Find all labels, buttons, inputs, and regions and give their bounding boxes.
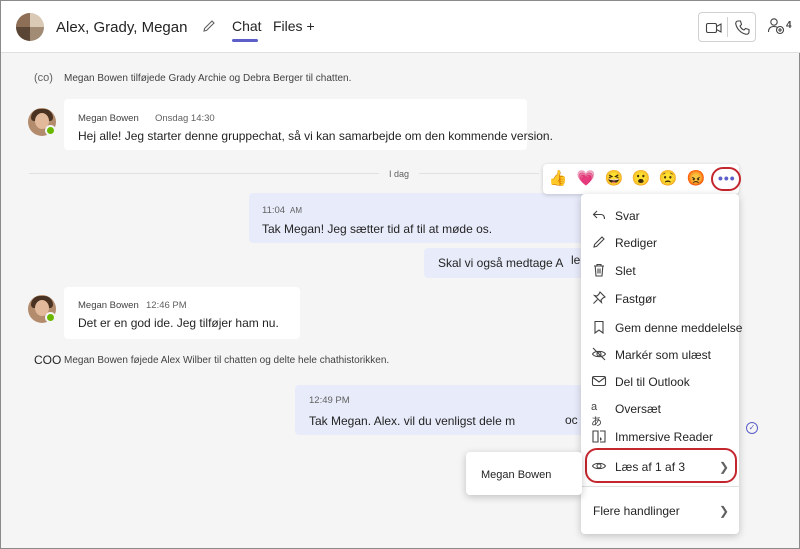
sad-reaction-icon[interactable]: 😟: [658, 169, 678, 189]
call-divider: [727, 17, 728, 37]
menu-item-reply[interactable]: Svar: [581, 202, 739, 228]
message-sender: Megan Bowen: [78, 113, 139, 124]
heart-reaction-icon[interactable]: 💗: [576, 169, 596, 189]
angry-reaction-icon[interactable]: 😡: [686, 169, 706, 189]
menu-item-label: Gem denne meddelelse: [615, 321, 743, 335]
more-options-icon: •••: [718, 170, 736, 186]
delete-icon: [594, 263, 604, 277]
unread-icon: [591, 347, 607, 361]
message-text: Det er en god ide. Jeg tilføjer ham nu.: [78, 316, 279, 330]
message-time: Onsdag 14:30: [155, 113, 215, 124]
message-bubble[interactable]: 11:04 AM Tak Megan! Jeg sætter tid af ti…: [249, 193, 589, 243]
message-text-tail: oc: [565, 413, 578, 427]
edit-icon: [593, 236, 605, 248]
menu-item-delete[interactable]: Slet: [581, 257, 739, 283]
menu-item-pin[interactable]: Fastgør: [581, 285, 739, 311]
menu-item-mark-unread[interactable]: Markér som ulæst: [581, 341, 739, 367]
pencil-icon[interactable]: [201, 18, 217, 34]
message-text: Tak Megan. Alex. vil du venligst dele m: [309, 414, 516, 428]
app-window: Alex, Grady, Megan Chat Files + 4 (co) M…: [0, 0, 800, 549]
menu-item-edit[interactable]: Rediger: [581, 229, 739, 255]
menu-item-more-actions[interactable]: Flere handlinger ❯: [581, 497, 739, 523]
tab-chat[interactable]: Chat: [232, 18, 262, 34]
message-text-tail: le: [571, 253, 581, 267]
message-bubble[interactable]: Skal vi også medtage A le: [424, 248, 589, 278]
presence-available-badge: [45, 125, 56, 136]
reaction-bar: 👍 💗 😆 😮 😟 😡: [543, 164, 739, 194]
read-by-submenu: Megan Bowen: [466, 452, 582, 495]
menu-divider: [581, 486, 739, 487]
system-message-icon: COO: [34, 353, 62, 367]
menu-item-label: Immersive Reader: [615, 430, 714, 444]
day-divider-label: I dag: [389, 169, 410, 179]
tab-files[interactable]: Files +: [273, 18, 315, 34]
menu-item-label: Svar: [615, 209, 640, 223]
menu-item-label: Rediger: [615, 236, 658, 250]
menu-item-translate[interactable]: aあ Oversæt: [581, 395, 739, 428]
message-time: 12:46 PM: [146, 300, 187, 311]
day-divider-line: [29, 173, 379, 174]
translate-icon: aあ: [591, 401, 602, 428]
system-message-icon: (co): [34, 72, 53, 84]
video-icon[interactable]: [704, 18, 724, 38]
message-bubble[interactable]: Megan Bowen 12:46 PM Det er en god ide. …: [64, 287, 300, 339]
menu-item-immersive-reader[interactable]: Immersive Reader: [581, 423, 739, 449]
reader-icon: [592, 430, 606, 443]
presence-available-badge: [45, 312, 56, 323]
menu-item-label: Fastgør: [615, 292, 657, 306]
active-tab-indicator: [232, 39, 258, 42]
group-avatar[interactable]: [16, 13, 44, 41]
read-by-highlight: [585, 448, 737, 483]
message-text: Hej alle! Jeg starter denne gruppechat, …: [78, 129, 553, 143]
message-time: 11:04: [262, 205, 286, 216]
message-text: Tak Megan! Jeg sætter tid af til at møde…: [262, 222, 493, 236]
pin-icon: [592, 291, 606, 305]
message-time: 12:49 PM: [309, 395, 350, 406]
system-message: Megan Bowen føjede Alex Wilber til chatt…: [64, 355, 390, 366]
people-count: 4: [786, 20, 792, 31]
system-message: Megan Bowen tilføjede Grady Archie og De…: [64, 73, 352, 84]
chevron-right-icon: ❯: [718, 504, 729, 518]
chat-header: Alex, Grady, Megan Chat Files + 4: [1, 1, 800, 53]
message-bubble[interactable]: Megan Bowen Onsdag 14:30 Hej alle! Jeg s…: [64, 99, 553, 150]
menu-item-share-outlook[interactable]: Del til Outlook: [581, 368, 739, 394]
phone-icon[interactable]: [732, 18, 752, 38]
message-sender: Megan Bowen: [78, 300, 139, 311]
message-bubble[interactable]: 12:49 PM Tak Megan. Alex. vil du venligs…: [295, 385, 589, 435]
menu-item-label: Slet: [615, 264, 636, 278]
menu-item-label: Markér som ulæst: [615, 348, 712, 362]
like-reaction-icon[interactable]: 👍: [548, 169, 568, 189]
menu-item-label: Oversæt: [615, 402, 662, 416]
people-add-icon[interactable]: [766, 16, 786, 36]
reply-icon: [592, 210, 606, 220]
menu-item-label: Del til Outlook: [615, 375, 690, 389]
day-divider-line: [419, 173, 539, 174]
call-button-group: [698, 12, 756, 42]
message-time-ampm: AM: [290, 206, 302, 215]
mail-icon: [591, 375, 607, 387]
message-text: Skal vi også medtage A: [438, 256, 564, 270]
chat-title[interactable]: Alex, Grady, Megan: [56, 19, 187, 36]
reader-name[interactable]: Megan Bowen: [481, 469, 551, 481]
menu-item-save[interactable]: Gem denne meddelelse: [581, 314, 743, 340]
laugh-reaction-icon[interactable]: 😆: [604, 169, 624, 189]
menu-item-label: Flere handlinger: [593, 504, 680, 518]
bookmark-icon: [594, 320, 604, 335]
surprised-reaction-icon[interactable]: 😮: [631, 169, 651, 189]
more-options-button[interactable]: •••: [711, 167, 741, 191]
message-context-menu: Svar Rediger Slet Fastgør Gem denne medd…: [581, 194, 743, 534]
seen-check-icon: ✓: [746, 422, 758, 434]
